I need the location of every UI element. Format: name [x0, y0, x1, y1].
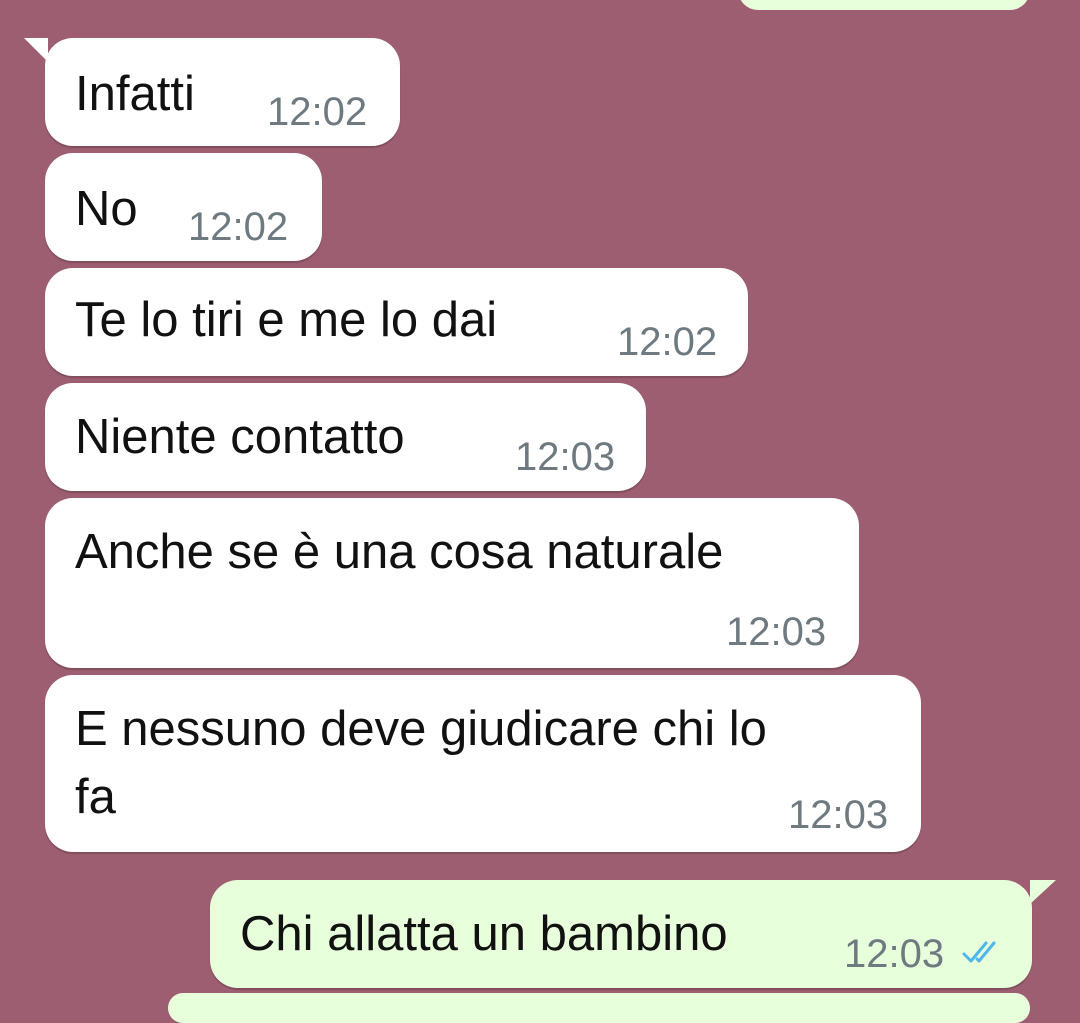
outgoing-bubble-tail	[1030, 880, 1056, 904]
double-check-read-icon	[962, 941, 996, 963]
message-text: Anche se è una cosa naturale	[75, 525, 724, 579]
incoming-message-bubble[interactable]: Niente contatto 12:03	[45, 383, 646, 491]
message-timestamp: 12:02	[188, 205, 289, 249]
message-text: Niente contatto	[75, 410, 405, 464]
incoming-message-bubble[interactable]: Anche se è una cosa naturale 12:03	[45, 498, 859, 668]
message-timestamp: 12:03	[788, 793, 889, 837]
message-timestamp: 12:03	[726, 610, 827, 654]
message-text: Te lo tiri e me lo dai	[75, 293, 498, 347]
next-outgoing-bubble-partial[interactable]	[168, 993, 1030, 1023]
incoming-message-bubble[interactable]: No 12:02	[45, 153, 322, 261]
message-timestamp: 12:02	[617, 320, 718, 364]
message-timestamp: 12:03	[515, 435, 616, 479]
message-timestamp: 12:02	[267, 90, 368, 134]
message-text-line-2: fa	[75, 770, 116, 824]
message-timestamp: 12:03	[844, 932, 945, 976]
message-text-line-1: E nessuno deve giudicare chi lo	[75, 702, 767, 756]
incoming-message-bubble[interactable]: Te lo tiri e me lo dai 12:02	[45, 268, 748, 376]
message-text: Infatti	[75, 67, 195, 121]
previous-outgoing-bubble-partial[interactable]	[738, 0, 1030, 10]
incoming-message-bubble[interactable]: Infatti 12:02	[45, 38, 400, 146]
message-text: Chi allatta un bambino	[240, 907, 728, 961]
incoming-message-bubble[interactable]: E nessuno deve giudicare chi lo fa 12:03	[45, 675, 921, 852]
incoming-bubble-tail	[24, 38, 48, 62]
message-text: No	[75, 182, 138, 236]
outgoing-message-bubble[interactable]: Chi allatta un bambino 12:03	[210, 880, 1032, 988]
